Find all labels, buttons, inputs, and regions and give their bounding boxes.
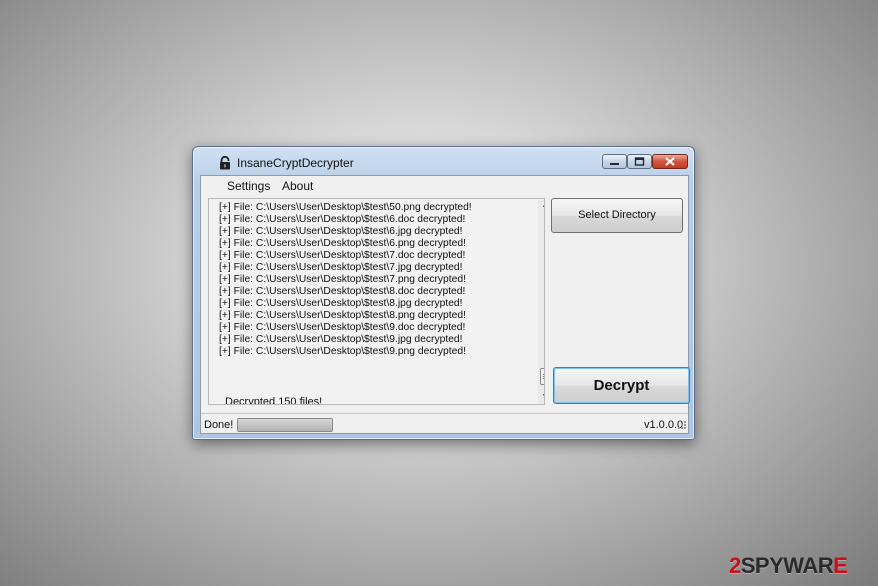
maximize-icon bbox=[634, 157, 645, 166]
scroll-thumb[interactable] bbox=[540, 368, 544, 385]
grip-line bbox=[543, 378, 544, 379]
log-line: [+] File: C:\Users\User\Desktop\$test\50… bbox=[219, 202, 472, 213]
watermark-digit: 2 bbox=[729, 553, 741, 578]
log-line: [+] File: C:\Users\User\Desktop\$test\7.… bbox=[219, 274, 466, 285]
log-line: [+] File: C:\Users\User\Desktop\$test\8.… bbox=[219, 310, 466, 321]
grip-line bbox=[543, 376, 544, 377]
maximize-button[interactable] bbox=[627, 154, 652, 169]
log-line: [+] File: C:\Users\User\Desktop\$test\9.… bbox=[219, 346, 466, 357]
watermark-text: SPYWAR bbox=[740, 553, 834, 578]
status-text: Done! bbox=[204, 419, 234, 431]
watermark-logo: 2SPYWARE bbox=[729, 553, 848, 579]
decrypted-summary: Decrypted 150 files! bbox=[225, 396, 323, 405]
log-line: [+] File: C:\Users\User\Desktop\$test\9.… bbox=[219, 322, 466, 333]
menu-about[interactable]: About bbox=[282, 179, 313, 193]
menu-bar: Settings About bbox=[201, 176, 688, 196]
title-bar[interactable]: InsaneCryptDecrypter bbox=[193, 147, 694, 175]
log-line: [+] File: C:\Users\User\Desktop\$test\6.… bbox=[219, 214, 466, 225]
log-output[interactable]: [+] File: C:\Users\User\Desktop\$test\50… bbox=[208, 198, 545, 405]
menu-settings[interactable]: Settings bbox=[227, 179, 270, 193]
client-area: Settings About [+] File: C:\Users\User\D… bbox=[200, 175, 690, 434]
select-directory-button[interactable]: Select Directory bbox=[551, 198, 683, 233]
watermark-accent: E bbox=[833, 553, 848, 578]
log-line: [+] File: C:\Users\User\Desktop\$test\7.… bbox=[219, 250, 466, 261]
progress-fill bbox=[238, 419, 332, 431]
log-line: [+] File: C:\Users\User\Desktop\$test\8.… bbox=[219, 286, 466, 297]
log-scrollbar[interactable]: ▲ ▼ bbox=[538, 200, 544, 404]
window-title: InsaneCryptDecrypter bbox=[237, 156, 354, 170]
minimize-icon bbox=[610, 163, 619, 165]
log-lines: [+] File: C:\Users\User\Desktop\$test\50… bbox=[219, 202, 519, 358]
close-button[interactable] bbox=[652, 154, 688, 169]
scroll-down-arrow-icon[interactable]: ▼ bbox=[538, 391, 544, 403]
log-line: [+] File: C:\Users\User\Desktop\$test\7.… bbox=[219, 262, 463, 273]
log-line: [+] File: C:\Users\User\Desktop\$test\6.… bbox=[219, 238, 466, 249]
app-window: InsaneCryptDecrypter Settings About [+] … bbox=[192, 146, 695, 440]
log-line: [+] File: C:\Users\User\Desktop\$test\9.… bbox=[219, 334, 463, 345]
lock-icon bbox=[220, 156, 230, 170]
progress-bar bbox=[237, 418, 333, 432]
grip-line bbox=[543, 374, 544, 375]
minimize-button[interactable] bbox=[602, 154, 627, 169]
log-line: [+] File: C:\Users\User\Desktop\$test\8.… bbox=[219, 298, 463, 309]
resize-grip-icon[interactable] bbox=[675, 420, 687, 432]
status-divider bbox=[201, 413, 688, 414]
log-line: [+] File: C:\Users\User\Desktop\$test\6.… bbox=[219, 226, 463, 237]
close-icon bbox=[665, 157, 675, 166]
decrypt-button[interactable]: Decrypt bbox=[553, 367, 690, 404]
scroll-up-arrow-icon[interactable]: ▲ bbox=[538, 200, 544, 212]
